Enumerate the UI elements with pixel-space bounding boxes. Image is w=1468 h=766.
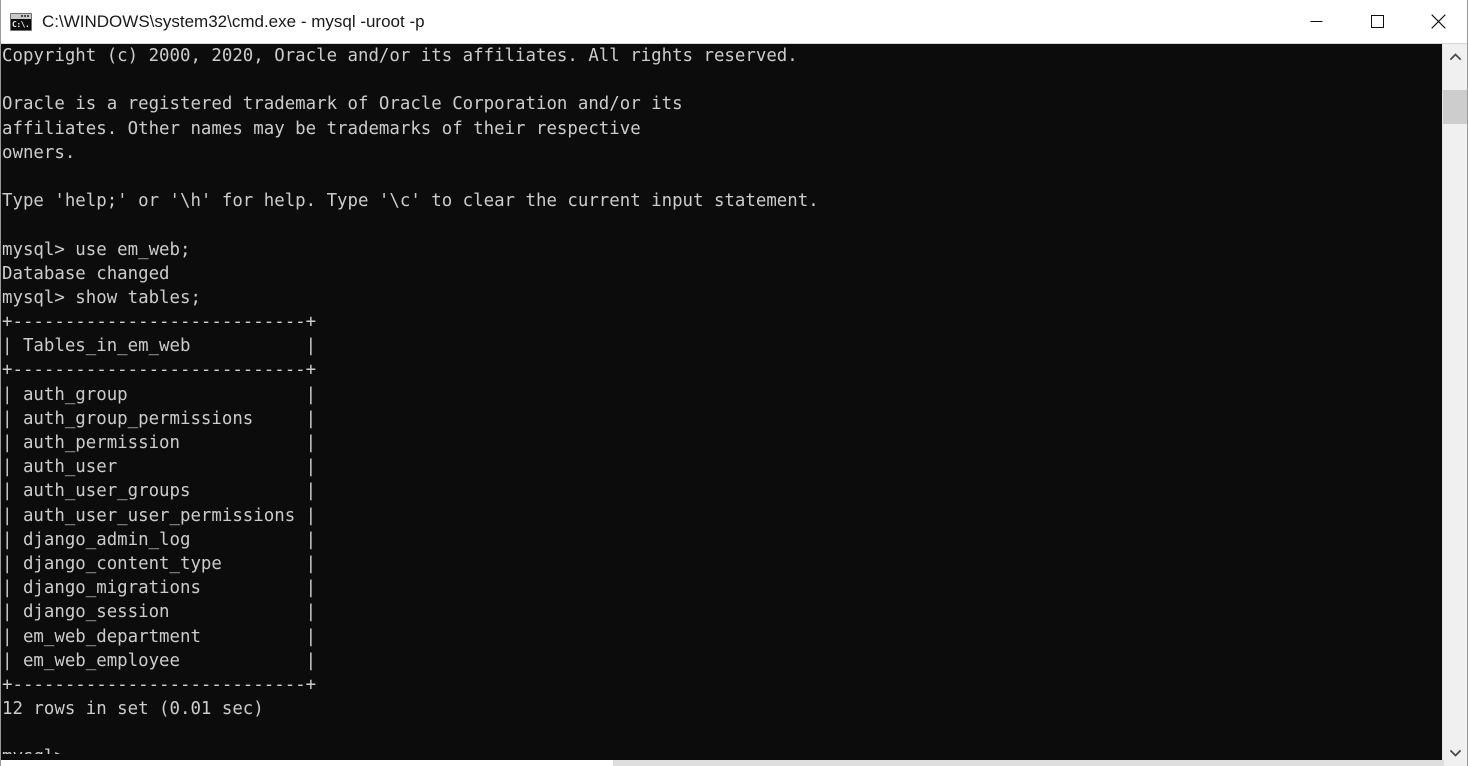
console-line: Database changed	[2, 263, 170, 284]
title-bar-left: C:\. C:\WINDOWS\system32\cmd.exe - mysql…	[1, 12, 1286, 32]
console-output-area[interactable]: Copyright (c) 2000, 2020, Oracle and/or …	[1, 44, 1444, 754]
scrollbar-track[interactable]	[1443, 70, 1467, 740]
horizontal-scrollbar-track[interactable]	[613, 760, 1444, 766]
console-line: mysql> show tables;	[2, 287, 201, 308]
console-line: | auth_group_permissions |	[2, 408, 317, 429]
console-line: | django_session |	[2, 602, 317, 623]
console-line: mysql>	[1, 745, 1444, 754]
console-line: | auth_user |	[2, 457, 317, 478]
console-line: +----------------------------+	[2, 674, 317, 695]
console-line: owners.	[2, 142, 76, 163]
title-bar[interactable]: C:\. C:\WINDOWS\system32\cmd.exe - mysql…	[1, 0, 1467, 44]
console-line: | auth_user_user_permissions |	[2, 505, 317, 526]
scroll-up-button[interactable]	[1443, 44, 1467, 70]
console-line: +----------------------------+	[2, 312, 317, 333]
vertical-scrollbar[interactable]	[1442, 44, 1467, 766]
close-button[interactable]	[1408, 0, 1467, 44]
window-controls	[1286, 0, 1467, 44]
console-line: | auth_group |	[2, 384, 317, 405]
scrollbar-thumb[interactable]	[1443, 90, 1467, 124]
cmd-window: C:\. C:\WINDOWS\system32\cmd.exe - mysql…	[0, 0, 1468, 766]
cmd-console-icon: C:\.	[10, 12, 32, 31]
minimize-button[interactable]	[1286, 0, 1347, 44]
console-line: mysql> use em_web;	[2, 239, 191, 260]
console-text: Copyright (c) 2000, 2020, Oracle and/or …	[1, 44, 1444, 754]
console-line: Copyright (c) 2000, 2020, Oracle and/or …	[2, 46, 798, 66]
horizontal-scrollbar[interactable]	[1, 760, 1444, 766]
console-line: | auth_user_groups |	[2, 481, 317, 502]
maximize-icon	[1371, 15, 1384, 28]
minimize-icon	[1310, 21, 1323, 22]
chevron-up-icon	[1449, 53, 1461, 61]
console-line: | django_admin_log |	[2, 529, 317, 550]
scroll-down-button[interactable]	[1443, 740, 1467, 766]
close-icon	[1431, 14, 1446, 29]
console-line: | auth_permission |	[2, 433, 317, 453]
console-line: 12 rows in set (0.01 sec)	[2, 699, 264, 720]
console-line: | django_migrations |	[2, 578, 317, 599]
console-line: Type 'help;' or '\h' for help. Type '\c'…	[2, 191, 819, 212]
horizontal-scrollbar-thumb[interactable]	[1, 760, 613, 766]
maximize-button[interactable]	[1347, 0, 1408, 44]
console-line: | em_web_employee |	[2, 650, 317, 671]
console-line: | django_content_type |	[2, 553, 317, 574]
chevron-down-icon	[1449, 749, 1461, 757]
console-line: +----------------------------+	[2, 360, 317, 381]
cmd-icon-text: C:\.	[12, 19, 30, 29]
window-title: C:\WINDOWS\system32\cmd.exe - mysql -uro…	[42, 11, 425, 31]
console-line: | Tables_in_em_web |	[2, 336, 317, 357]
console-line: Oracle is a registered trademark of Orac…	[2, 94, 683, 115]
console-line: | em_web_department |	[2, 626, 317, 647]
console-line: affiliates. Other names may be trademark…	[2, 118, 641, 139]
